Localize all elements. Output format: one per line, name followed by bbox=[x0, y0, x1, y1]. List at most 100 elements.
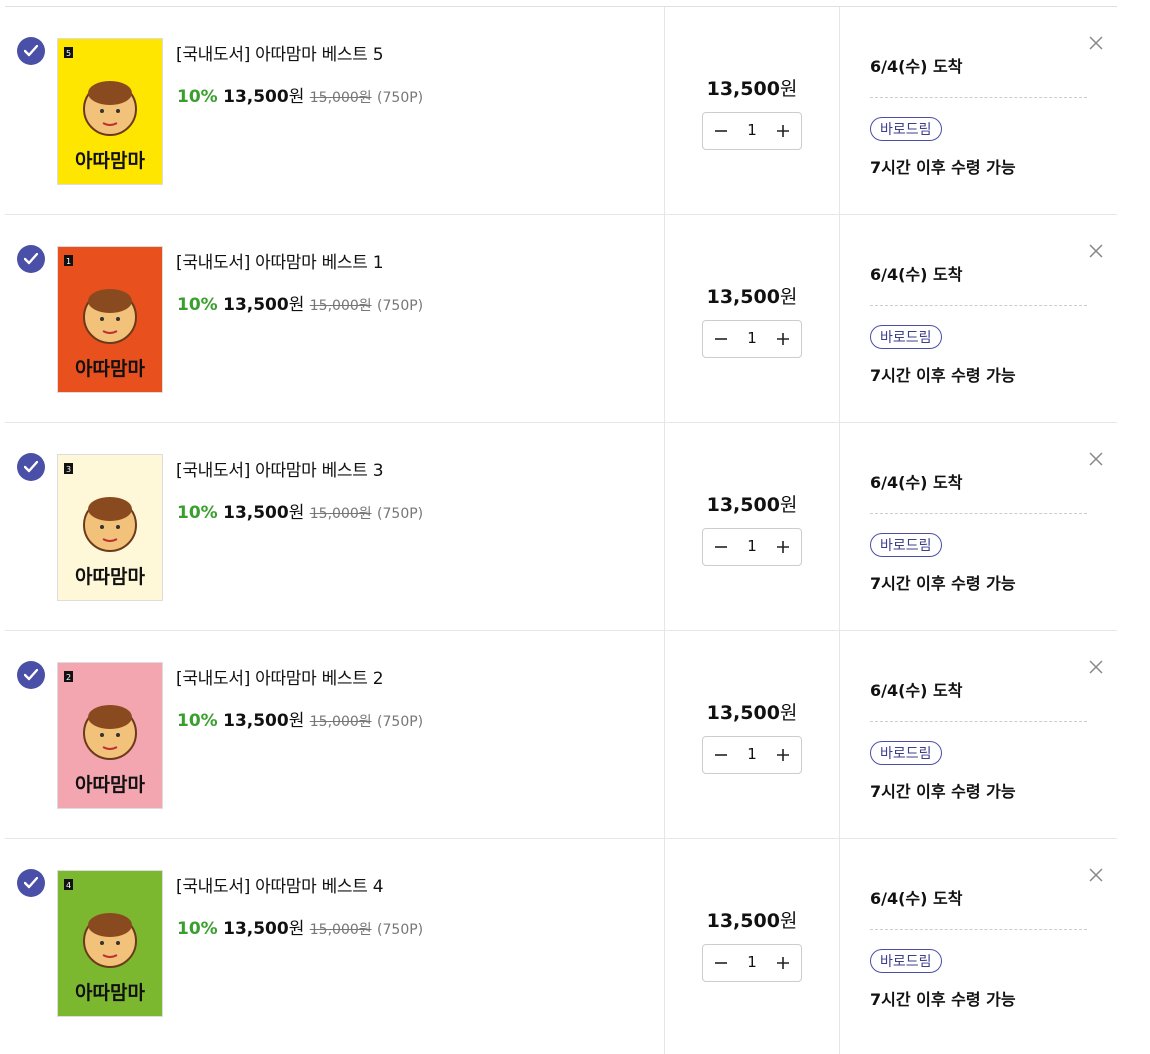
plus-icon bbox=[777, 957, 789, 969]
remove-item-button[interactable] bbox=[1087, 242, 1105, 260]
arrival-date: 6/4(수) 도착 bbox=[870, 57, 963, 76]
original-price: 15,000원 bbox=[309, 90, 372, 106]
reward-points: (750P) bbox=[377, 714, 424, 730]
quantity-value[interactable]: 1 bbox=[735, 329, 769, 347]
book-cover-image[interactable]: 아따맘마 2 bbox=[57, 662, 163, 809]
quantity-increase-button[interactable] bbox=[767, 529, 799, 565]
quantity-decrease-button[interactable] bbox=[705, 737, 737, 773]
cart-item-row: 아따맘마 4 [국내도서] 아따맘마 베스트 4 10% 13,500원 15,… bbox=[5, 839, 1117, 1054]
close-icon bbox=[1089, 36, 1103, 50]
pickup-badge: 바로드림 bbox=[870, 325, 942, 349]
book-cover-image[interactable]: 아따맘마 3 bbox=[57, 454, 163, 601]
quantity-decrease-button[interactable] bbox=[705, 113, 737, 149]
reward-points: (750P) bbox=[377, 506, 424, 522]
column-divider bbox=[664, 631, 665, 838]
item-total-value: 13,500 bbox=[706, 494, 780, 516]
quantity-stepper: 1 bbox=[702, 320, 802, 358]
quantity-value[interactable]: 1 bbox=[735, 745, 769, 763]
cart-item-row: 아따맘마 1 [국내도서] 아따맘마 베스트 1 10% 13,500원 15,… bbox=[5, 215, 1117, 423]
item-total-price: 13,500원 bbox=[665, 490, 839, 517]
close-icon bbox=[1089, 452, 1103, 466]
dashed-divider bbox=[870, 97, 1087, 98]
check-icon bbox=[24, 461, 38, 473]
item-total-value: 13,500 bbox=[706, 78, 780, 100]
item-total-price: 13,500원 bbox=[665, 74, 839, 101]
quantity-increase-button[interactable] bbox=[767, 113, 799, 149]
sale-price: 13,500 bbox=[223, 87, 289, 107]
quantity-stepper: 1 bbox=[702, 944, 802, 982]
check-icon bbox=[24, 45, 38, 57]
cart-item-row: 아따맘마 2 [국내도서] 아따맘마 베스트 2 10% 13,500원 15,… bbox=[5, 631, 1117, 839]
price-line: 10% 13,500원 15,000원 (750P) bbox=[177, 498, 423, 523]
plus-icon bbox=[777, 333, 789, 345]
price-line: 10% 13,500원 15,000원 (750P) bbox=[177, 914, 423, 939]
minus-icon bbox=[715, 130, 727, 132]
quantity-stepper: 1 bbox=[702, 736, 802, 774]
check-icon bbox=[24, 669, 38, 681]
arrival-date: 6/4(수) 도착 bbox=[870, 265, 963, 284]
item-checkbox[interactable] bbox=[17, 37, 45, 65]
item-checkbox[interactable] bbox=[17, 869, 45, 897]
quantity-value[interactable]: 1 bbox=[735, 537, 769, 555]
product-title[interactable]: [국내도서] 아따맘마 베스트 2 bbox=[176, 664, 384, 689]
price-line: 10% 13,500원 15,000원 (750P) bbox=[177, 706, 423, 731]
book-cover-image[interactable]: 아따맘마 5 bbox=[57, 38, 163, 185]
original-price: 15,000원 bbox=[309, 922, 372, 938]
minus-icon bbox=[715, 338, 727, 340]
quantity-decrease-button[interactable] bbox=[705, 945, 737, 981]
quantity-increase-button[interactable] bbox=[767, 321, 799, 357]
sale-price-unit: 원 bbox=[288, 295, 305, 315]
arrival-date: 6/4(수) 도착 bbox=[870, 889, 963, 908]
check-icon bbox=[24, 253, 38, 265]
book-cover-image[interactable]: 아따맘마 4 bbox=[57, 870, 163, 1017]
product-title[interactable]: [국내도서] 아따맘마 베스트 5 bbox=[176, 40, 384, 65]
check-icon bbox=[24, 877, 38, 889]
remove-item-button[interactable] bbox=[1087, 34, 1105, 52]
dashed-divider bbox=[870, 513, 1087, 514]
item-total-price: 13,500원 bbox=[665, 282, 839, 309]
quantity-value[interactable]: 1 bbox=[735, 121, 769, 139]
cart-item-row: 아따맘마 5 [국내도서] 아따맘마 베스트 5 10% 13,500원 15,… bbox=[5, 7, 1117, 215]
sale-price-unit: 원 bbox=[288, 919, 305, 939]
item-total-unit: 원 bbox=[779, 702, 798, 724]
quantity-decrease-button[interactable] bbox=[705, 529, 737, 565]
product-title[interactable]: [국내도서] 아따맘마 베스트 3 bbox=[176, 456, 384, 481]
book-cover-image[interactable]: 아따맘마 1 bbox=[57, 246, 163, 393]
item-total-price: 13,500원 bbox=[665, 698, 839, 725]
column-divider bbox=[839, 423, 840, 630]
svg-text:2: 2 bbox=[66, 673, 71, 682]
quantity-value[interactable]: 1 bbox=[735, 953, 769, 971]
item-checkbox[interactable] bbox=[17, 245, 45, 273]
reward-points: (750P) bbox=[377, 922, 424, 938]
item-checkbox[interactable] bbox=[17, 453, 45, 481]
item-checkbox[interactable] bbox=[17, 661, 45, 689]
quantity-decrease-button[interactable] bbox=[705, 321, 737, 357]
item-total-unit: 원 bbox=[779, 494, 798, 516]
pickup-badge: 바로드림 bbox=[870, 949, 942, 973]
discount-rate: 10% bbox=[177, 711, 218, 731]
quantity-stepper: 1 bbox=[702, 528, 802, 566]
svg-text:아따맘마: 아따맘마 bbox=[75, 982, 145, 1004]
product-title[interactable]: [국내도서] 아따맘마 베스트 4 bbox=[176, 872, 384, 897]
svg-text:아따맘마: 아따맘마 bbox=[75, 774, 145, 796]
remove-item-button[interactable] bbox=[1087, 450, 1105, 468]
arrival-date: 6/4(수) 도착 bbox=[870, 473, 963, 492]
sale-price: 13,500 bbox=[223, 711, 289, 731]
remove-item-button[interactable] bbox=[1087, 866, 1105, 884]
sale-price-unit: 원 bbox=[288, 87, 305, 107]
item-total-value: 13,500 bbox=[706, 702, 780, 724]
column-divider bbox=[664, 7, 665, 214]
column-divider bbox=[664, 215, 665, 422]
column-divider bbox=[839, 7, 840, 214]
sale-price: 13,500 bbox=[223, 503, 289, 523]
product-title[interactable]: [국내도서] 아따맘마 베스트 1 bbox=[176, 248, 384, 273]
plus-icon bbox=[777, 541, 789, 553]
pickup-badge: 바로드림 bbox=[870, 741, 942, 765]
pickup-badge: 바로드림 bbox=[870, 117, 942, 141]
svg-text:1: 1 bbox=[66, 257, 71, 266]
quantity-increase-button[interactable] bbox=[767, 945, 799, 981]
dashed-divider bbox=[870, 721, 1087, 722]
quantity-increase-button[interactable] bbox=[767, 737, 799, 773]
remove-item-button[interactable] bbox=[1087, 658, 1105, 676]
svg-text:3: 3 bbox=[66, 465, 71, 474]
